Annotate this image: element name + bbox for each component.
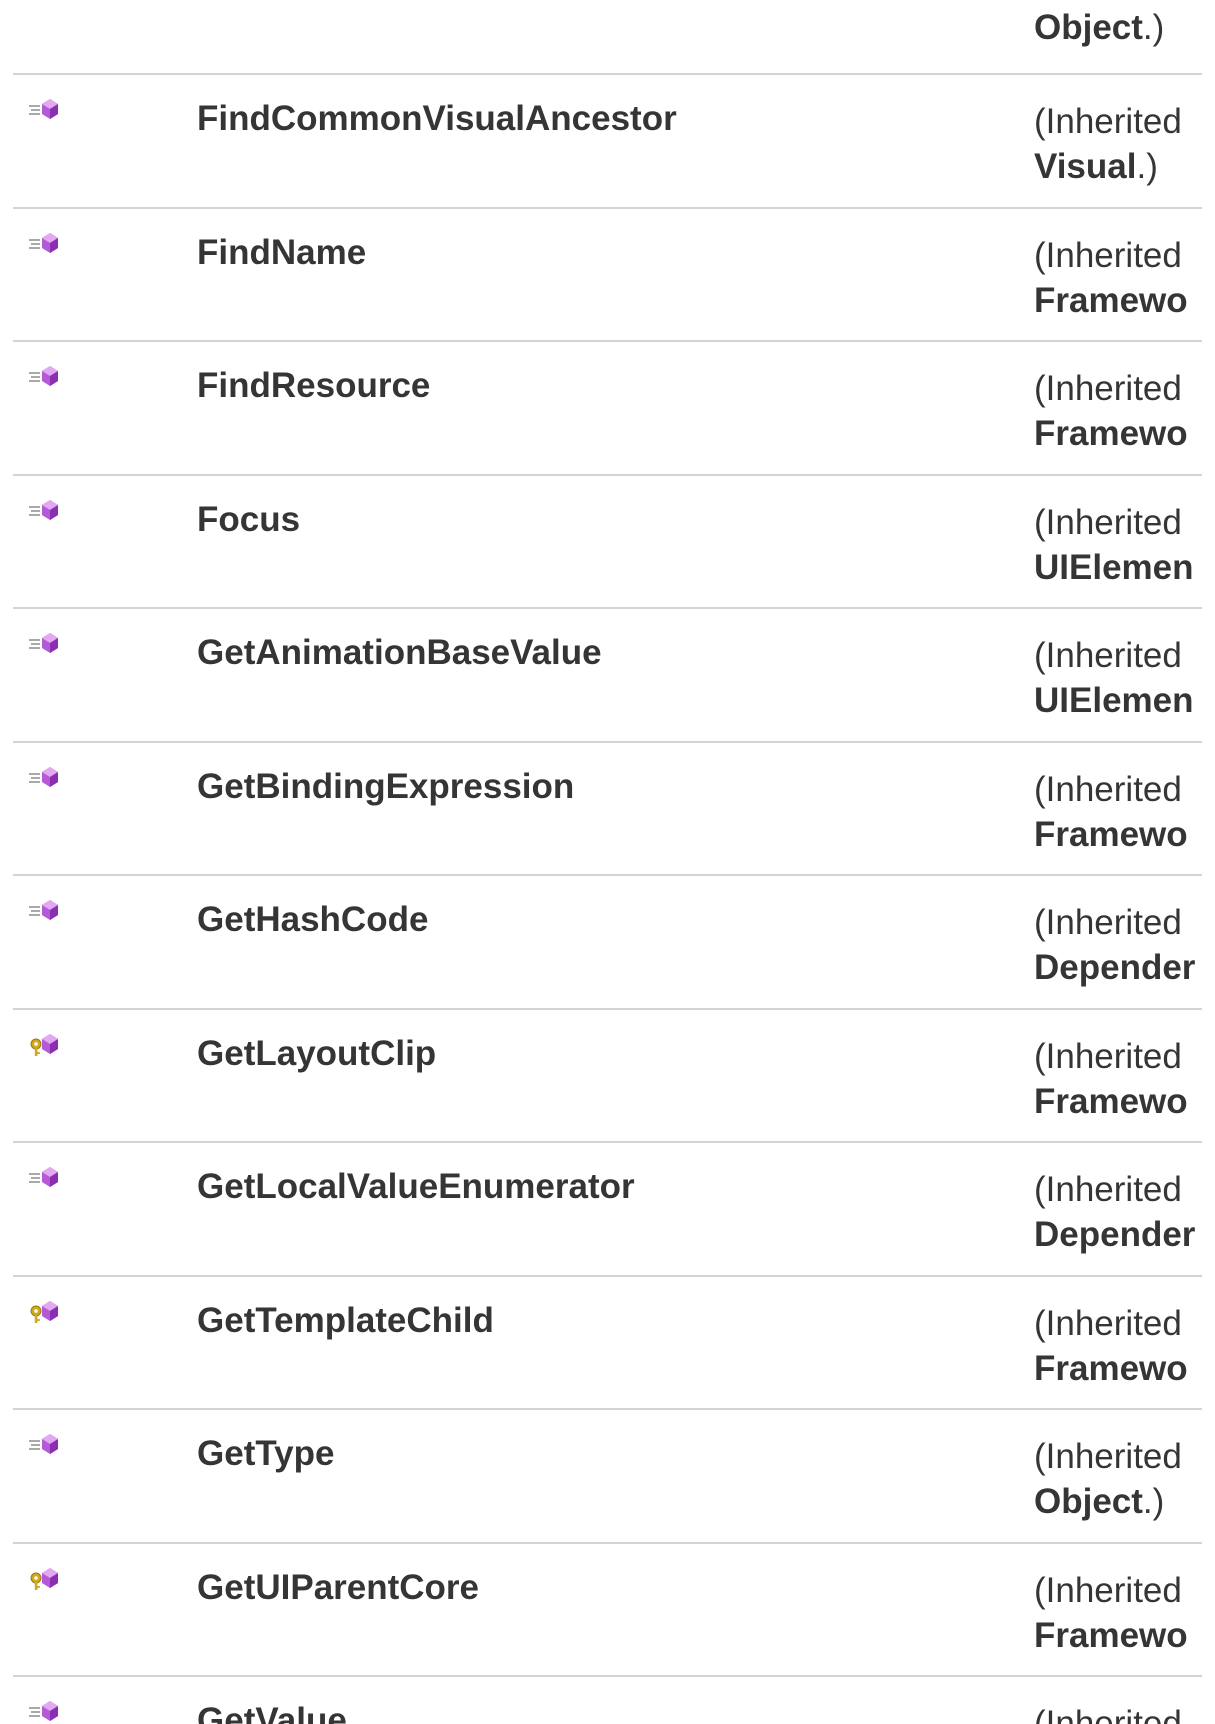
method-name-link[interactable]: GetAnimationBaseValue	[197, 633, 602, 673]
inherited-prefix: (Inherited	[1034, 1570, 1182, 1610]
method-name-link[interactable]: GetUIParentCore	[197, 1568, 479, 1608]
description-suffix: .)	[1142, 1482, 1165, 1521]
inherited-prefix: (Inherited	[1034, 1170, 1182, 1209]
protected-method-icon	[28, 1032, 62, 1058]
inherited-description: (Inherited Depender	[1034, 1167, 1195, 1257]
method-name-link[interactable]: GetLayoutClip	[197, 1034, 436, 1074]
declaring-type-link[interactable]: UIElemen	[1034, 681, 1194, 720]
table-row: FindCommonVisualAncestor (Inherited Visual…	[0, 75, 1202, 207]
public-method-icon	[28, 498, 62, 524]
inherited-description: Object.)	[1034, 8, 1164, 48]
table-row: GetHashCode (Inherited Depender	[0, 876, 1202, 1008]
declaring-type-link[interactable]: UIElemen	[1034, 548, 1194, 587]
inherited-description: (Inherited Visual.)	[1034, 99, 1182, 189]
method-name-link[interactable]: GetBindingExpression	[197, 767, 574, 807]
method-name-link[interactable]: GetHashCode	[197, 900, 428, 940]
inherited-description: (Inherited Object.)	[1034, 1434, 1182, 1524]
table-row-partial: Object.)	[0, 0, 1202, 73]
method-name-link[interactable]: GetLocalValueEnumerator	[197, 1167, 635, 1207]
declaring-type-link[interactable]: Framewo	[1034, 1616, 1188, 1655]
table-row: GetUIParentCore (Inherited Framewo	[0, 1544, 1202, 1676]
method-name-link[interactable]: GetType	[197, 1434, 334, 1474]
inherited-description: (Inherited Framewo	[1034, 767, 1188, 857]
protected-method-icon	[28, 1566, 62, 1592]
table-row: GetLocalValueEnumerator (Inherited Depende…	[0, 1143, 1202, 1275]
inherited-from-line: Framewo	[1034, 1613, 1188, 1658]
declaring-type-link[interactable]: Framewo	[1034, 1349, 1188, 1388]
inherited-prefix: (Inherited	[1034, 1036, 1182, 1076]
table-row: GetBindingExpression (Inherited Framewo	[0, 743, 1202, 875]
inherited-from-line: UIElemen	[1034, 545, 1194, 590]
inherited-from-line: Framewo	[1034, 1346, 1188, 1391]
public-method-icon	[28, 631, 62, 657]
inherited-from-line: Framewo	[1034, 411, 1188, 456]
inherited-prefix: (Inherited	[1034, 1303, 1182, 1343]
inherited-from-line: Depender	[1034, 1212, 1195, 1257]
inherited-from-line: Object.)	[1034, 1479, 1182, 1524]
inherited-prefix: (Inherited	[1034, 369, 1182, 408]
table-row: GetValue (Inherited	[0, 1677, 1202, 1724]
inherited-from-line: Framewo	[1034, 812, 1188, 857]
members-table-viewport: Object.) FindCommonVisualAncestor (Inheri…	[0, 0, 1202, 1724]
method-name-link[interactable]: FindName	[197, 233, 366, 273]
method-name-link[interactable]: GetValue	[197, 1701, 347, 1724]
inherited-prefix: (Inherited	[1034, 636, 1182, 675]
inherited-description: (Inherited Framewo	[1034, 1034, 1188, 1124]
public-method-icon	[28, 1165, 62, 1191]
public-method-icon	[28, 97, 62, 123]
method-name-link[interactable]: FindCommonVisualAncestor	[197, 99, 677, 139]
declaring-type-link[interactable]: Framewo	[1034, 281, 1188, 320]
inherited-description: (Inherited	[1034, 1701, 1182, 1724]
description-suffix: .)	[1136, 147, 1158, 186]
inherited-description: (Inherited UIElemen	[1034, 500, 1194, 590]
inherited-prefix: (Inherited	[1034, 502, 1182, 542]
table-row: GetLayoutClip (Inherited Framewo	[0, 1010, 1202, 1142]
public-method-icon	[28, 765, 62, 791]
inherited-description: (Inherited Framewo	[1034, 1568, 1188, 1658]
table-row: GetAnimationBaseValue (Inherited UIElemen	[0, 609, 1202, 741]
inherited-from-line: UIElemen	[1034, 678, 1194, 723]
inherited-from-line: Visual.)	[1034, 144, 1182, 189]
method-name-link[interactable]: Focus	[197, 500, 300, 540]
declaring-type-link[interactable]: Framewo	[1034, 414, 1188, 453]
declaring-type-link[interactable]: Framewo	[1034, 1082, 1188, 1121]
protected-method-icon	[28, 1299, 62, 1325]
description-suffix: .)	[1142, 8, 1165, 47]
inherited-description: (Inherited Depender	[1034, 900, 1195, 990]
inherited-description: (Inherited Framewo	[1034, 366, 1188, 456]
declaring-type-link[interactable]: Visual	[1034, 147, 1136, 186]
declaring-type: Object	[1034, 8, 1143, 47]
inherited-prefix: (Inherited	[1034, 1704, 1182, 1724]
inherited-prefix: (Inherited	[1034, 1437, 1182, 1476]
table-row: FindResource (Inherited Framewo	[0, 342, 1202, 474]
method-name-link[interactable]: GetTemplateChild	[197, 1301, 494, 1341]
inherited-description: (Inherited Framewo	[1034, 233, 1188, 323]
inherited-prefix: (Inherited	[1034, 769, 1182, 809]
public-method-icon	[28, 1432, 62, 1458]
inherited-from-line: Framewo	[1034, 278, 1188, 323]
public-method-icon	[28, 231, 62, 257]
inherited-description: (Inherited UIElemen	[1034, 633, 1194, 723]
table-row: FindName (Inherited Framewo	[0, 209, 1202, 341]
declaring-type-link[interactable]: Object	[1034, 1482, 1143, 1521]
inherited-from-line: Depender	[1034, 945, 1195, 990]
declaring-type-link[interactable]: Depender	[1034, 948, 1195, 987]
inherited-prefix: (Inherited	[1034, 903, 1182, 942]
inherited-prefix: (Inherited	[1034, 235, 1182, 275]
table-row: GetType (Inherited Object.)	[0, 1410, 1202, 1542]
declaring-type-link[interactable]: Framewo	[1034, 815, 1188, 854]
public-method-icon	[28, 1699, 62, 1724]
method-name-link[interactable]: FindResource	[197, 366, 430, 406]
table-row: GetTemplateChild (Inherited Framewo	[0, 1277, 1202, 1409]
public-method-icon	[28, 898, 62, 924]
declaring-type-link[interactable]: Depender	[1034, 1215, 1195, 1254]
table-row: Focus (Inherited UIElemen	[0, 476, 1202, 608]
inherited-from-line: Framewo	[1034, 1079, 1188, 1124]
inherited-description: (Inherited Framewo	[1034, 1301, 1188, 1391]
public-method-icon	[28, 364, 62, 390]
inherited-prefix: (Inherited	[1034, 102, 1182, 141]
